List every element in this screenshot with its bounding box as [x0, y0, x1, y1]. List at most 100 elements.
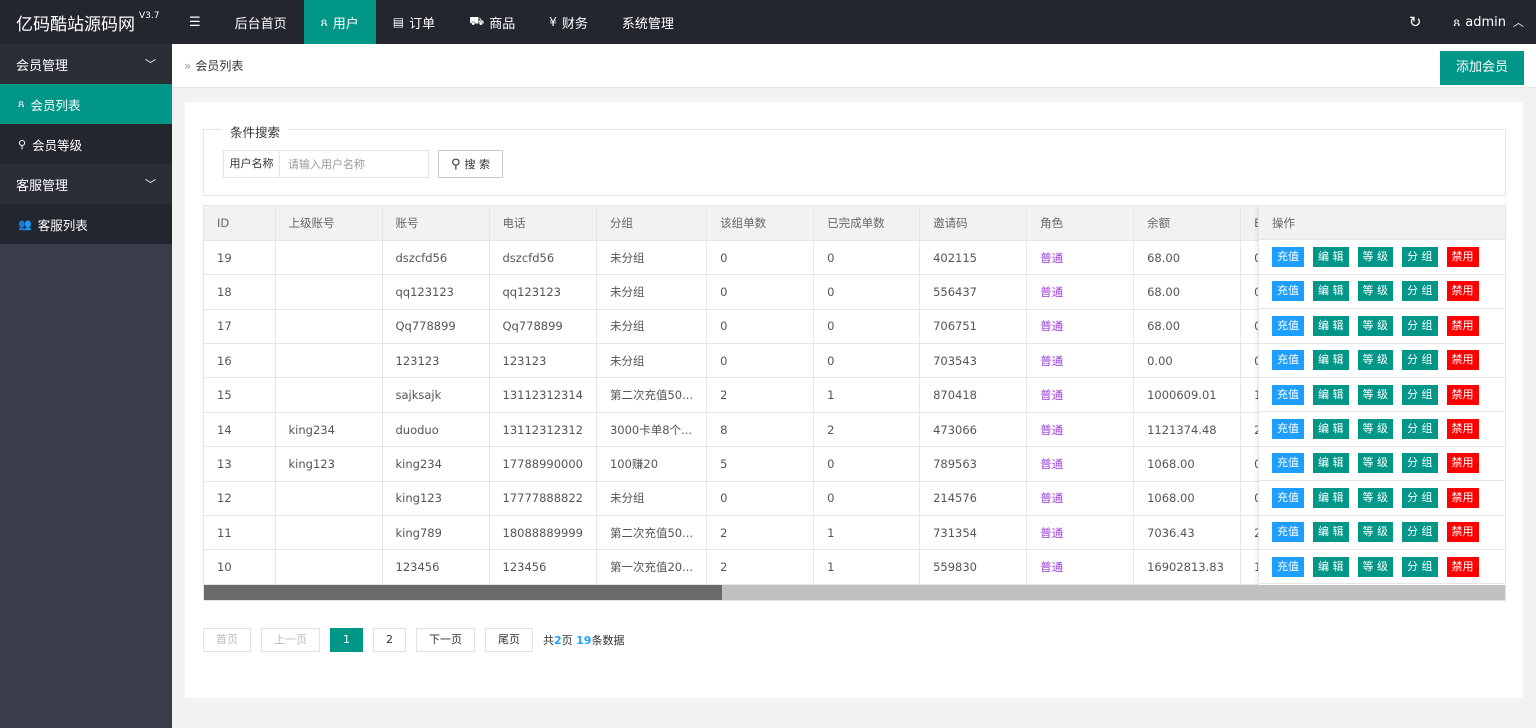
- edit-button[interactable]: 编 辑: [1313, 487, 1349, 508]
- sidebar-group-member[interactable]: 会员管理 ﹀: [0, 44, 172, 84]
- disable-button[interactable]: 禁用: [1446, 384, 1479, 405]
- nav-finance[interactable]: ¥ 财务: [532, 0, 605, 44]
- group-button[interactable]: 分 组: [1402, 419, 1438, 440]
- table-cell: 17: [204, 309, 276, 345]
- page-first-button[interactable]: 首页: [203, 628, 251, 652]
- breadcrumb-current[interactable]: 会员列表: [195, 59, 243, 73]
- group-button[interactable]: 分 组: [1402, 453, 1438, 474]
- search-button[interactable]: ⚲ 搜 索: [438, 150, 503, 178]
- level-button[interactable]: 等 级: [1357, 247, 1393, 268]
- nav-goods[interactable]: ⛟ 商品: [452, 0, 532, 44]
- group-button[interactable]: 分 组: [1402, 350, 1438, 371]
- table-header-row: ID上级账号账号电话分组该组单数已完成单数邀请码角色余额E: [204, 206, 1302, 241]
- sidebar-item-member-level[interactable]: ⚲ 会员等级: [0, 124, 172, 164]
- edit-button[interactable]: 编 辑: [1313, 453, 1349, 474]
- edit-button[interactable]: 编 辑: [1313, 556, 1349, 577]
- table-cell: 1: [813, 377, 921, 413]
- edit-button[interactable]: 编 辑: [1313, 419, 1349, 440]
- level-button[interactable]: 等 级: [1357, 384, 1393, 405]
- edit-button[interactable]: 编 辑: [1313, 315, 1349, 336]
- table-cell: qq123123: [382, 274, 490, 310]
- actions-row: 充值编 辑等 级分 组禁用: [1259, 550, 1505, 585]
- add-member-button[interactable]: 添加会员: [1439, 51, 1524, 85]
- group-button[interactable]: 分 组: [1402, 487, 1438, 508]
- level-button[interactable]: 等 级: [1357, 350, 1393, 371]
- column-header: 账号: [382, 206, 490, 241]
- search-input[interactable]: [279, 150, 429, 178]
- nav-order[interactable]: ▤ 订单: [376, 0, 452, 44]
- sidebar-item-member-list[interactable]: ጸ 会员列表: [0, 84, 172, 124]
- page-info-suffix: 条数据: [591, 634, 625, 647]
- menu-toggle-button[interactable]: ☰: [172, 0, 218, 44]
- table-cell: 7036.43: [1133, 515, 1242, 551]
- sidebar: 会员管理 ﹀ ጸ 会员列表 ⚲ 会员等级 客服管理 ﹀ 👥 客服列表: [0, 44, 172, 728]
- table-cell: [275, 274, 383, 310]
- table-row: 13 king123 king234 17788990000 100赚20 5 0 78956…: [204, 446, 1302, 482]
- sidebar-item-service-list[interactable]: 👥 客服列表: [0, 204, 172, 244]
- horizontal-scrollbar[interactable]: [204, 585, 1505, 600]
- recharge-button[interactable]: 充值: [1272, 384, 1304, 405]
- scrollbar-thumb[interactable]: [204, 585, 722, 600]
- table-cell: [275, 549, 383, 585]
- recharge-button[interactable]: 充值: [1272, 247, 1304, 268]
- edit-button[interactable]: 编 辑: [1313, 384, 1349, 405]
- page-next-button[interactable]: 下一页: [416, 628, 475, 652]
- recharge-button[interactable]: 充值: [1272, 419, 1304, 440]
- table-cell: 18: [204, 274, 276, 310]
- level-button[interactable]: 等 级: [1357, 522, 1393, 543]
- sidebar-group-service[interactable]: 客服管理 ﹀: [0, 164, 172, 204]
- recharge-button[interactable]: 充值: [1272, 315, 1304, 336]
- actions-row: 充值编 辑等 级分 组禁用: [1259, 412, 1505, 447]
- level-button[interactable]: 等 级: [1357, 281, 1393, 302]
- column-header: 角色: [1026, 206, 1135, 241]
- disable-button[interactable]: 禁用: [1446, 453, 1479, 474]
- actions-row: 充值编 辑等 级分 组禁用: [1259, 378, 1505, 413]
- nav-system[interactable]: 系统管理: [605, 0, 691, 44]
- disable-button[interactable]: 禁用: [1446, 487, 1479, 508]
- disable-button[interactable]: 禁用: [1446, 281, 1479, 302]
- nav-user[interactable]: ጸ 用户: [303, 0, 376, 44]
- disable-button[interactable]: 禁用: [1446, 350, 1479, 371]
- group-button[interactable]: 分 组: [1402, 247, 1438, 268]
- page-2-button[interactable]: 2: [373, 628, 406, 652]
- refresh-icon[interactable]: ↻: [1395, 13, 1435, 31]
- recharge-button[interactable]: 充值: [1272, 350, 1304, 371]
- recharge-button[interactable]: 充值: [1272, 522, 1304, 543]
- sidebar-item-label: 客服列表: [37, 217, 88, 233]
- recharge-button[interactable]: 充值: [1272, 453, 1304, 474]
- page-last-button[interactable]: 尾页: [485, 628, 533, 652]
- table-cell: 15: [204, 377, 276, 413]
- disable-button[interactable]: 禁用: [1446, 556, 1479, 577]
- table-cell: 2: [706, 549, 815, 585]
- table-cell: 706751: [919, 309, 1028, 345]
- disable-button[interactable]: 禁用: [1446, 247, 1479, 268]
- level-button[interactable]: 等 级: [1357, 453, 1393, 474]
- user-menu[interactable]: ጸ admin ︿: [1435, 14, 1536, 30]
- group-button[interactable]: 分 组: [1402, 281, 1438, 302]
- disable-button[interactable]: 禁用: [1446, 315, 1479, 336]
- level-button[interactable]: 等 级: [1357, 556, 1393, 577]
- nav-home[interactable]: 后台首页: [218, 0, 304, 44]
- table-cell: 68.00: [1133, 240, 1242, 276]
- level-button[interactable]: 等 级: [1357, 315, 1393, 336]
- group-button[interactable]: 分 组: [1402, 315, 1438, 336]
- recharge-button[interactable]: 充值: [1272, 487, 1304, 508]
- disable-button[interactable]: 禁用: [1446, 419, 1479, 440]
- recharge-button[interactable]: 充值: [1272, 281, 1304, 302]
- edit-button[interactable]: 编 辑: [1313, 522, 1349, 543]
- edit-button[interactable]: 编 辑: [1313, 350, 1349, 371]
- level-button[interactable]: 等 级: [1357, 419, 1393, 440]
- level-button[interactable]: 等 级: [1357, 487, 1393, 508]
- edit-button[interactable]: 编 辑: [1313, 281, 1349, 302]
- group-button[interactable]: 分 组: [1402, 384, 1438, 405]
- page-1-button[interactable]: 1: [330, 628, 363, 652]
- table-cell: [275, 481, 383, 517]
- edit-button[interactable]: 编 辑: [1313, 247, 1349, 268]
- page-prev-button[interactable]: 上一页: [261, 628, 320, 652]
- recharge-button[interactable]: 充值: [1272, 556, 1304, 577]
- group-button[interactable]: 分 组: [1402, 556, 1438, 577]
- disable-button[interactable]: 禁用: [1446, 522, 1479, 543]
- group-button[interactable]: 分 组: [1402, 522, 1438, 543]
- logo[interactable]: 亿码酷站源码网 V3.7: [0, 0, 172, 44]
- table-cell: 1068.00: [1133, 481, 1242, 517]
